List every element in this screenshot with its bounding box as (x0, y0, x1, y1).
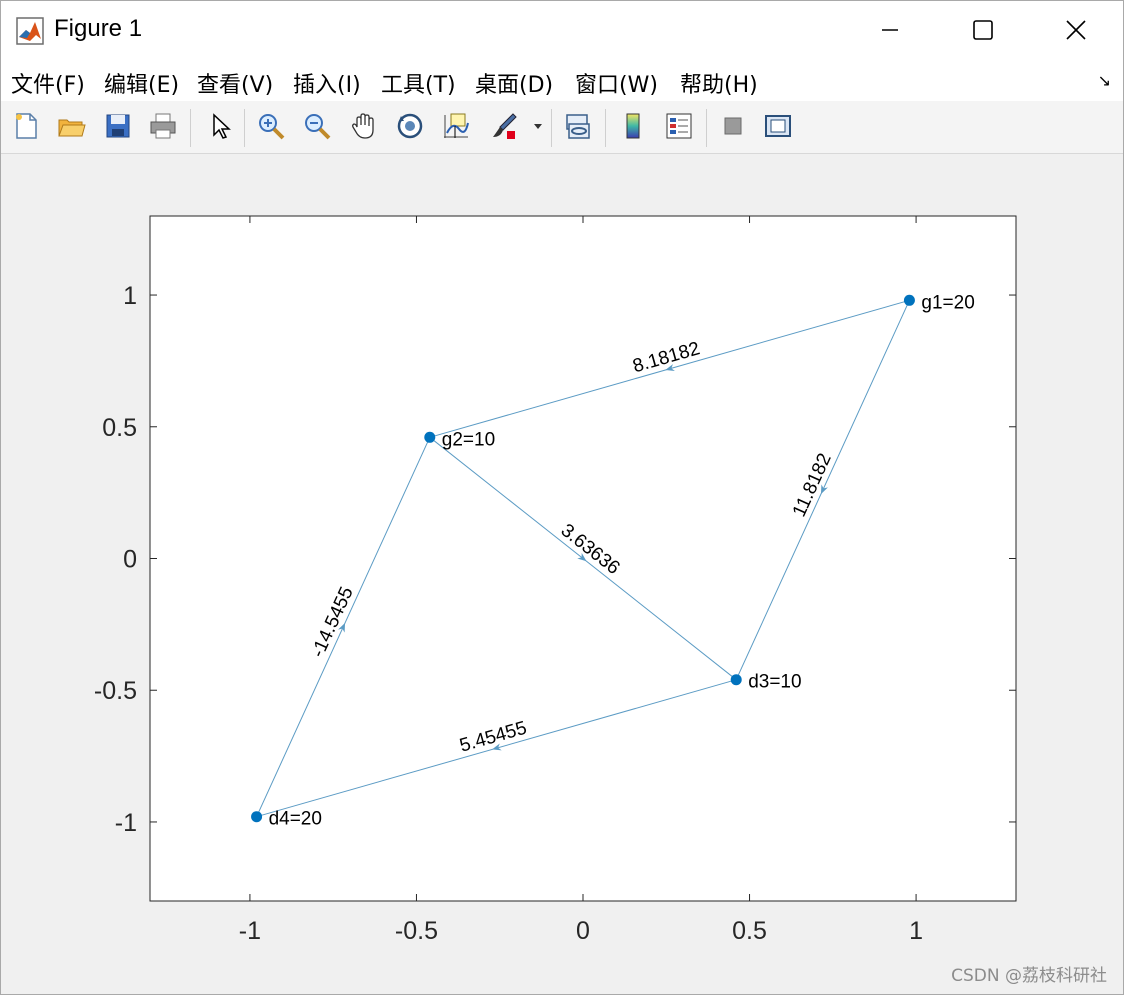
menu-insert[interactable]: 插入(I) (293, 67, 361, 99)
open-file-button[interactable] (52, 107, 90, 145)
link-plot-icon (566, 114, 590, 139)
graph-node[interactable] (251, 811, 263, 823)
y-tick-label: 0 (123, 546, 137, 574)
data-cursor-button[interactable] (437, 107, 475, 145)
figure-toolbar (1, 101, 1123, 154)
watermark: CSDN @荔枝科研社 (951, 966, 1107, 986)
rotate-3d-icon (397, 113, 423, 139)
maximize-icon (973, 20, 993, 40)
title-bar[interactable]: Figure 1 (1, 1, 1123, 59)
hide-plot-tools-icon (724, 117, 742, 135)
hide-plot-tools-button[interactable] (714, 107, 752, 145)
brush-icon (493, 113, 517, 139)
show-plot-tools-button[interactable] (759, 107, 797, 145)
figure-window: Figure 1 文件(F) 编辑(E) 查看(V) 插入(I) 工具(T) 桌… (0, 0, 1124, 995)
data-cursor-icon (444, 113, 469, 138)
pan-button[interactable] (345, 107, 383, 145)
graph-node[interactable] (424, 431, 436, 443)
legend-button[interactable] (660, 107, 698, 145)
print-icon (150, 113, 176, 139)
y-tick-label: -0.5 (94, 677, 137, 705)
toolbar-separator (706, 109, 707, 147)
toolbar-separator (244, 109, 245, 147)
pointer-icon (213, 113, 231, 139)
zoom-out-icon (305, 114, 331, 140)
chevron-down-icon (534, 124, 542, 129)
toolbar-separator (551, 109, 552, 147)
menu-window[interactable]: 窗口(W) (575, 67, 658, 99)
new-figure-button[interactable] (7, 107, 45, 145)
menu-desktop[interactable]: 桌面(D) (475, 67, 553, 99)
minimize-icon (882, 29, 898, 31)
figure-canvas: -1 -0.5 0 0.5 1 1 0.5 0 -0.5 -1 8.18182 11.8182 3.6… (3, 154, 1123, 994)
minimize-button[interactable] (844, 1, 936, 59)
x-tick-label: -1 (239, 917, 261, 945)
node-label: d3=10 (748, 672, 801, 693)
toolbar-separator (605, 109, 606, 147)
node-label: g1=20 (921, 292, 974, 313)
save-icon (106, 114, 130, 138)
matlab-logo-icon (16, 17, 44, 45)
dock-arrow-icon[interactable]: ↘ (1098, 71, 1111, 90)
new-figure-icon (16, 113, 37, 139)
zoom-in-icon (259, 114, 285, 140)
x-tick-label: -0.5 (395, 917, 438, 945)
link-plot-button[interactable] (559, 107, 597, 145)
menu-edit[interactable]: 编辑(E) (104, 67, 179, 99)
node-label: g2=10 (442, 429, 495, 450)
pointer-button[interactable] (201, 107, 239, 145)
pan-hand-icon (352, 113, 374, 139)
graph-node[interactable] (730, 674, 742, 686)
toolbar-separator (190, 109, 191, 147)
zoom-out-button[interactable] (298, 107, 336, 145)
y-tick-label: -1 (115, 809, 137, 837)
maximize-button[interactable] (937, 1, 1029, 59)
graph-node[interactable] (903, 294, 915, 306)
colorbar-icon (626, 113, 640, 139)
x-tick-label: 0.5 (732, 917, 767, 945)
node-label: d4=20 (269, 809, 322, 830)
open-file-icon (58, 119, 86, 137)
save-button[interactable] (99, 107, 137, 145)
menu-file[interactable]: 文件(F) (11, 67, 85, 99)
zoom-in-button[interactable] (252, 107, 290, 145)
window-title: Figure 1 (54, 15, 143, 42)
menu-tools[interactable]: 工具(T) (381, 67, 456, 99)
x-tick-label: 0 (576, 917, 590, 945)
colorbar-button[interactable] (614, 107, 652, 145)
menu-bar: 文件(F) 编辑(E) 查看(V) 插入(I) 工具(T) 桌面(D) 窗口(W… (1, 59, 1123, 101)
y-tick-label: 0.5 (102, 414, 137, 442)
close-button[interactable] (1030, 1, 1122, 59)
show-plot-tools-icon (765, 115, 791, 137)
brush-dropdown-button[interactable] (529, 107, 547, 145)
y-tick-label: 1 (123, 282, 137, 310)
x-tick-label: 1 (909, 917, 923, 945)
graph-plot[interactable]: -1 -0.5 0 0.5 110.50-0.5-1 8.1818211.81823.6… (3, 154, 1123, 994)
legend-icon (666, 113, 692, 139)
menu-view[interactable]: 查看(V) (197, 67, 273, 99)
brush-button[interactable] (485, 107, 523, 145)
print-button[interactable] (144, 107, 182, 145)
menu-help[interactable]: 帮助(H) (680, 67, 758, 99)
rotate-button[interactable] (391, 107, 429, 145)
close-icon (1066, 20, 1086, 40)
